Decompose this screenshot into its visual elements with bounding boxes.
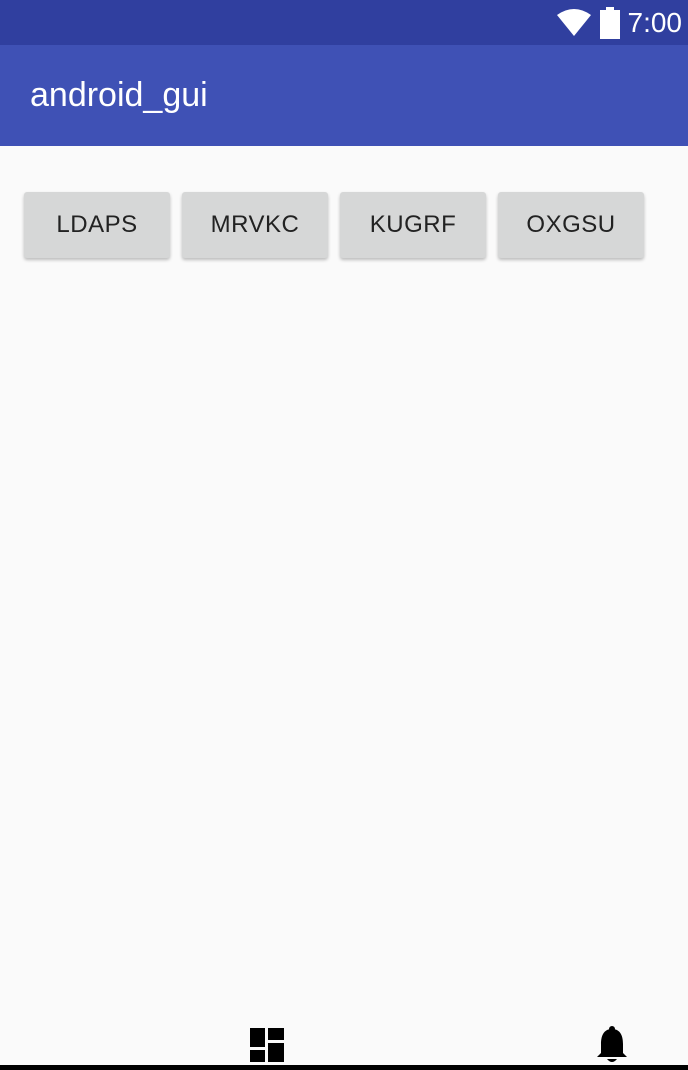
status-time: 7:00 bbox=[627, 7, 683, 38]
button-row: LDAPS MRVKC KUGRF OXGSU bbox=[24, 192, 644, 258]
nav-bottom-line bbox=[0, 1065, 688, 1070]
bell-icon[interactable] bbox=[596, 1026, 628, 1064]
status-bar: 7:00 bbox=[0, 0, 688, 45]
oxgsu-button[interactable]: OXGSU bbox=[498, 192, 644, 258]
mrvkc-button[interactable]: MRVKC bbox=[182, 192, 328, 258]
wifi-icon bbox=[556, 8, 591, 36]
dashboard-icon[interactable] bbox=[250, 1028, 284, 1062]
app-bar: android_gui bbox=[0, 45, 688, 146]
status-icons: 7:00 bbox=[556, 0, 683, 45]
bottom-nav-bar bbox=[0, 1020, 688, 1070]
ldaps-button[interactable]: LDAPS bbox=[24, 192, 170, 258]
kugrf-button[interactable]: KUGRF bbox=[340, 192, 486, 258]
screen: 7:00 android_gui LDAPS MRVKC KUGRF OXGSU bbox=[0, 0, 688, 1070]
battery-icon bbox=[599, 6, 620, 39]
app-title: android_gui bbox=[30, 76, 208, 114]
